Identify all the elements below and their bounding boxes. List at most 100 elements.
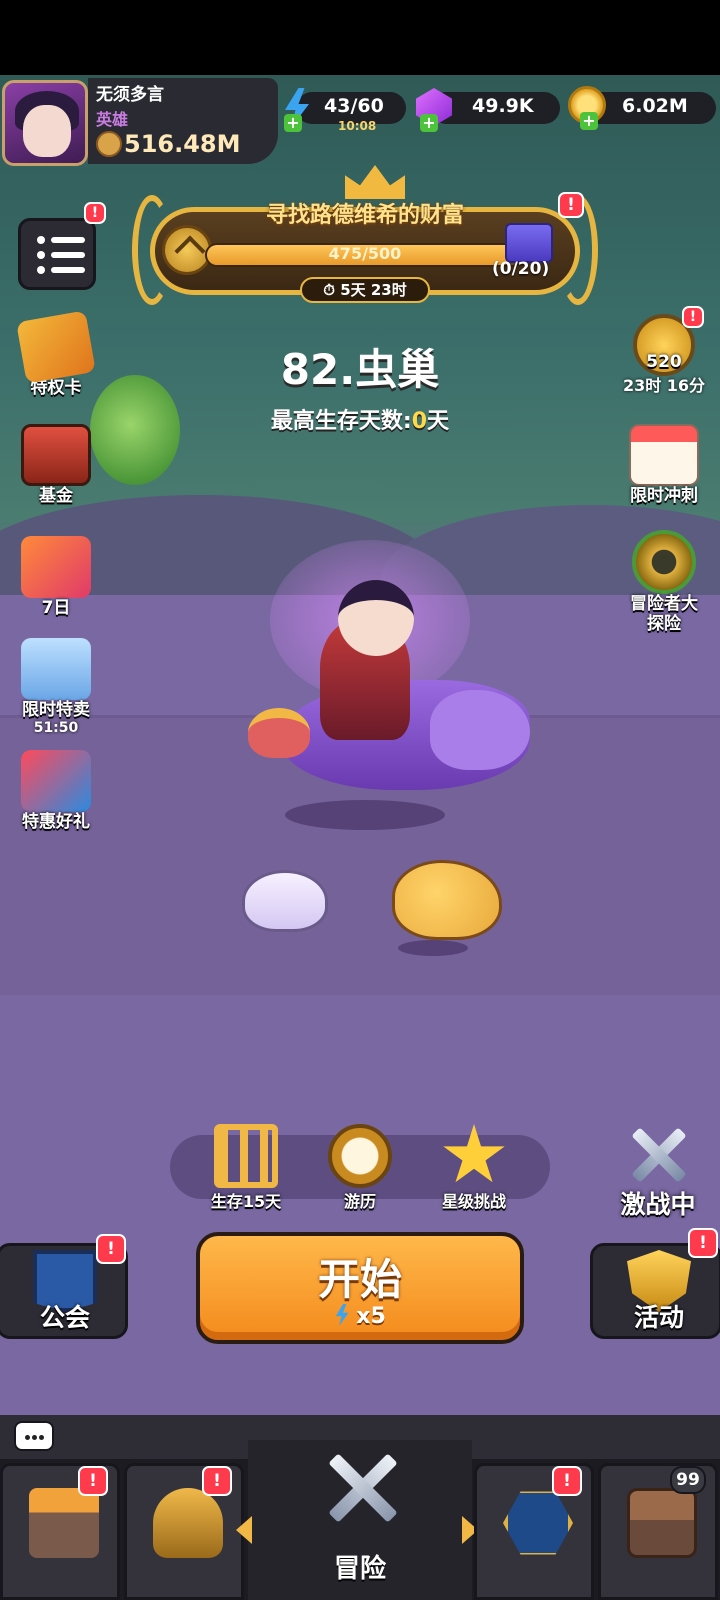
star-medal-timer: 23时 16分 xyxy=(622,376,706,395)
star-medal-count: 520 xyxy=(646,352,682,372)
combat-power-value: 516.48M xyxy=(124,130,241,158)
energy-value: 43/60 xyxy=(324,95,384,117)
pet-shadow xyxy=(398,940,468,956)
chat-dot xyxy=(32,1435,37,1440)
main-menu-button[interactable] xyxy=(18,218,96,290)
crown-slime-pet xyxy=(248,708,310,758)
compass-icon xyxy=(632,530,696,594)
compass-clock-icon xyxy=(328,1124,392,1188)
limited-sprint-label: 限时冲刺 xyxy=(630,486,698,506)
add-gold-button[interactable]: + xyxy=(580,112,598,130)
stage-title: 82.虫巢 xyxy=(280,345,440,394)
menu-line xyxy=(51,237,85,243)
chest-count-badge: 99 xyxy=(670,1466,706,1494)
fund-chart-icon xyxy=(21,424,91,486)
adventurer-explore-button[interactable]: 冒险者大探险 xyxy=(614,530,714,634)
special-gift-label: 特惠好礼 xyxy=(22,812,90,832)
fund-label: 基金 xyxy=(39,486,73,506)
menu-line xyxy=(51,267,85,273)
best-survival-days: 最高生存天数:0天 xyxy=(0,403,720,435)
player-avatar[interactable] xyxy=(2,80,88,166)
player-rank: 英雄 xyxy=(96,110,129,129)
character-shadow xyxy=(285,800,445,830)
fund-button[interactable]: 基金 xyxy=(6,424,106,506)
upgrade-alert-badge: ! xyxy=(552,1466,582,1496)
energy-bolt-icon xyxy=(335,1304,349,1326)
event-progress-text: 475/500 xyxy=(328,244,402,263)
nav-tab-adventure[interactable]: 冒险 xyxy=(248,1440,472,1600)
power-sword-icon xyxy=(96,131,122,157)
start-button[interactable]: 开始 x5 xyxy=(196,1232,524,1344)
adventurer-explore-label: 冒险者大探险 xyxy=(630,594,698,634)
limited-sale-icon xyxy=(21,638,91,700)
shop-alert-badge: ! xyxy=(78,1466,108,1496)
star-challenge-label: 星级挑战 xyxy=(441,1192,506,1211)
chat-dot xyxy=(25,1435,30,1440)
start-cost-value: x5 xyxy=(356,1304,386,1329)
helmet-icon xyxy=(153,1488,223,1558)
gift-box-icon xyxy=(21,750,91,812)
energy-refill-timer: 10:08 xyxy=(338,119,377,133)
event-time-left: ⏱ 5天 23时 xyxy=(300,277,430,303)
privilege-card-icon xyxy=(16,310,96,384)
nav-adventure-label: 冒险 xyxy=(333,1554,386,1584)
star-challenge-button[interactable]: 星级挑战 xyxy=(424,1124,524,1212)
party-popper-icon xyxy=(21,536,91,598)
limited-sale-timer: 51:50 xyxy=(33,720,79,736)
add-gems-button[interactable]: + xyxy=(420,114,438,132)
unicorn-slime-pet xyxy=(242,870,328,932)
shop-icon xyxy=(29,1488,99,1558)
crossed-swords-icon xyxy=(326,1446,398,1526)
menu-alert-badge: ! xyxy=(84,202,106,224)
battle-in-progress-label[interactable]: 激战中 xyxy=(598,1185,718,1221)
chevron-left-icon xyxy=(236,1516,252,1544)
star-icon xyxy=(443,1124,505,1183)
best-survival-unit: 天 xyxy=(427,409,450,434)
chat-button[interactable] xyxy=(14,1421,54,1451)
calendar-icon xyxy=(629,424,699,486)
travel-mode-label: 游历 xyxy=(343,1192,376,1211)
equipment-alert-badge: ! xyxy=(202,1466,232,1496)
limited-sale-button[interactable]: 限时特卖 51:50 xyxy=(6,638,106,736)
add-energy-button[interactable]: + xyxy=(284,114,302,132)
activity-alert-badge: ! xyxy=(688,1228,718,1258)
limited-sprint-button[interactable]: 限时冲刺 xyxy=(614,424,714,506)
avatar-face xyxy=(23,105,71,157)
menu-line xyxy=(51,252,85,258)
menu-dot xyxy=(37,266,45,274)
travel-mode-button[interactable]: 游历 xyxy=(310,1124,410,1212)
seven-day-label: 7日 xyxy=(41,598,71,618)
event-banner[interactable]: 寻找路德维希的财富 475/500 (0/20) ⏱ 5天 23时 xyxy=(132,165,598,305)
mystery-gift-icon[interactable] xyxy=(505,223,553,263)
seven-day-button[interactable]: 7日 xyxy=(6,536,106,618)
start-label: 开始 xyxy=(317,1255,402,1304)
combat-power: 516.48M xyxy=(96,130,241,158)
limited-sale-label: 限时特卖 xyxy=(22,700,90,720)
gem-value: 49.9K xyxy=(472,95,534,117)
guild-label: 公会 xyxy=(39,1303,90,1332)
guild-alert-badge: ! xyxy=(96,1234,126,1264)
event-time-left-text: 5天 23时 xyxy=(340,281,407,299)
event-reward-count: (0/20) xyxy=(492,259,550,279)
special-gift-button[interactable]: 特惠好礼 xyxy=(6,750,106,832)
best-survival-value: 0 xyxy=(411,409,428,434)
survive-mode-button[interactable]: 生存15天 xyxy=(196,1124,296,1212)
upgrade-arrow-icon xyxy=(503,1491,573,1555)
treasure-chest-icon xyxy=(627,1488,697,1558)
hero-head xyxy=(338,580,414,656)
crossed-swords-icon[interactable] xyxy=(623,1122,693,1186)
survive-mode-label: 生存15天 xyxy=(210,1192,282,1211)
menu-dot xyxy=(37,251,45,259)
privilege-card-button[interactable]: 特权卡 xyxy=(6,310,106,398)
medal-alert-badge: ! xyxy=(682,306,704,328)
player-name: 无须多言 xyxy=(96,85,164,105)
activity-label: 活动 xyxy=(633,1303,684,1332)
start-energy-cost: x5 xyxy=(200,1304,520,1329)
menu-dot xyxy=(37,236,45,244)
gate-icon xyxy=(214,1124,278,1188)
dragon-head xyxy=(430,690,530,770)
gold-value: 6.02M xyxy=(622,95,688,117)
event-alert-badge: ! xyxy=(558,192,584,218)
privilege-card-label: 特权卡 xyxy=(30,378,82,398)
best-survival-label: 最高生存天数: xyxy=(270,409,412,434)
